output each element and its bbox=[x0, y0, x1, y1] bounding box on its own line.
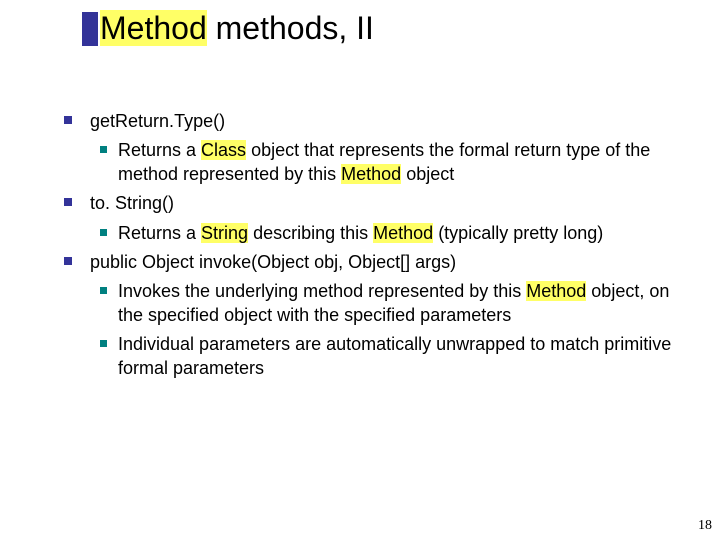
title-rest: methods, II bbox=[207, 10, 374, 46]
bullet-square-icon bbox=[64, 198, 72, 206]
page-number: 18 bbox=[698, 518, 712, 534]
bullet-l2: Returns a Class object that represents t… bbox=[60, 139, 680, 186]
bullet-l1: getReturn.Type() bbox=[60, 110, 680, 133]
bullet-text: getReturn.Type() bbox=[90, 111, 225, 131]
title-highlight: Method bbox=[100, 10, 207, 46]
bullet-square-small-icon bbox=[100, 146, 107, 153]
bullet-text: Individual parameters are automatically … bbox=[118, 334, 671, 377]
bullet-text: to. String() bbox=[90, 193, 174, 213]
bullet-l2: Returns a String describing this Method … bbox=[60, 222, 680, 245]
bullet-text: Returns a String describing this Method … bbox=[118, 223, 603, 243]
slide: Method methods, II getReturn.Type() Retu… bbox=[0, 0, 720, 540]
slide-title: Method methods, II bbox=[100, 12, 374, 46]
bullet-l1: to. String() bbox=[60, 192, 680, 215]
bullet-l2: Individual parameters are automatically … bbox=[60, 333, 680, 380]
bullet-square-small-icon bbox=[100, 229, 107, 236]
title-bar: Method methods, II bbox=[82, 12, 374, 46]
bullet-text: public Object invoke(Object obj, Object[… bbox=[90, 252, 456, 272]
bullet-square-small-icon bbox=[100, 287, 107, 294]
bullet-square-icon bbox=[64, 116, 72, 124]
bullet-text: Returns a Class object that represents t… bbox=[118, 140, 650, 183]
bullet-square-small-icon bbox=[100, 340, 107, 347]
bullet-l1: public Object invoke(Object obj, Object[… bbox=[60, 251, 680, 274]
bullet-l2: Invokes the underlying method represente… bbox=[60, 280, 680, 327]
bullet-text: Invokes the underlying method represente… bbox=[118, 281, 669, 324]
bullet-square-icon bbox=[64, 257, 72, 265]
slide-body: getReturn.Type() Returns a Class object … bbox=[60, 110, 680, 386]
